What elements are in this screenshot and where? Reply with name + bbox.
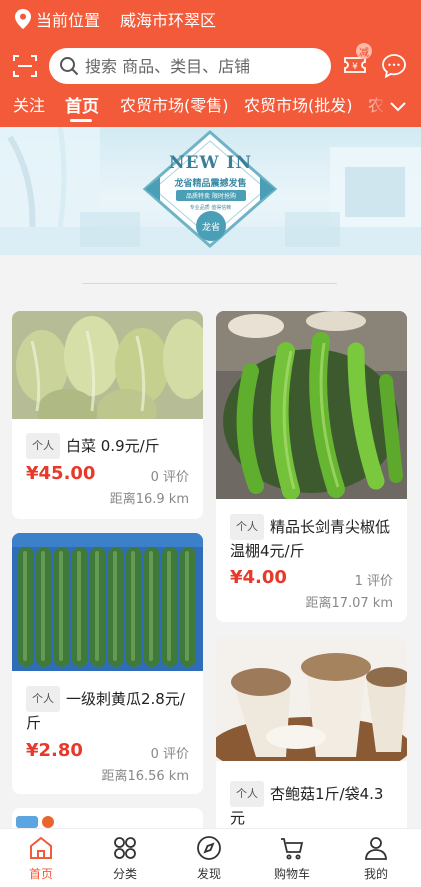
- nav-profile[interactable]: 我的: [346, 835, 406, 882]
- product-distance: 距离16.56 km: [101, 769, 189, 784]
- tab-farmers-market-retail[interactable]: 农贸市场(零售): [120, 92, 229, 116]
- product-title-line1: 杏鲍菇1斤/袋4.3: [270, 785, 384, 803]
- seller-type-tag: 个人: [26, 686, 60, 712]
- cart-icon: [281, 838, 304, 860]
- nav-label: 首页: [28, 867, 53, 881]
- search-input[interactable]: [85, 56, 305, 76]
- nav-category[interactable]: 分类: [95, 835, 155, 882]
- grid-icon: [114, 837, 136, 859]
- product-title-line1: 一级刺黄瓜2.8元/: [66, 690, 185, 708]
- product-card[interactable]: 个人 一级刺黄瓜2.8元/ 斤 ¥2.80 0 评价 距离16.56 km: [12, 533, 203, 794]
- product-image: [216, 637, 407, 761]
- chevron-down-icon[interactable]: [389, 98, 407, 114]
- product-image: [12, 311, 203, 419]
- product-price: ¥45.00: [26, 463, 96, 484]
- nav-label: 我的: [363, 867, 388, 881]
- header: 当前位置 威海市环翠区 ¥ 减 关注 首页 农贸市场(零售) 农贸市场(批发) …: [0, 0, 421, 127]
- product-image: [216, 311, 407, 499]
- product-price: ¥4.00: [230, 567, 287, 588]
- section-divider: [82, 283, 337, 284]
- product-reviews: 0 评价: [150, 470, 189, 485]
- banner-headline: NEW IN: [169, 153, 252, 173]
- location-label: 当前位置: [36, 11, 101, 30]
- product-reviews: 0 评价: [150, 747, 189, 762]
- store-logo-icon: [16, 816, 54, 828]
- product-title-line2: 斤: [26, 714, 42, 732]
- tab-home[interactable]: 首页: [65, 92, 99, 117]
- bottom-nav: 首页 分类 发现 购物车 我的: [0, 828, 421, 887]
- product-title: 个人 一级刺黄瓜2.8元/ 斤: [26, 686, 185, 734]
- seller-type-tag: 个人: [230, 514, 264, 540]
- product-title-line2: 温棚4元/斤: [230, 542, 305, 560]
- nav-label: 购物车: [273, 867, 310, 881]
- product-title-line2: 元: [230, 809, 246, 827]
- banner-subtitle: 龙省精品震撼发售: [174, 179, 247, 189]
- product-title: 个人 精品长剑青尖椒低 温棚4元/斤: [230, 514, 390, 562]
- scan-icon[interactable]: [12, 53, 38, 79]
- banner-pill: 品质特卖 限时抢购: [176, 190, 246, 201]
- product-image: [12, 533, 203, 671]
- product-title-text: 白菜 0.9元/斤: [66, 437, 160, 455]
- nav-label: 发现: [196, 867, 221, 881]
- product-price: ¥2.80: [26, 740, 83, 761]
- compass-icon: [197, 836, 221, 860]
- product-title-line1: 精品长剑青尖椒低: [270, 518, 391, 536]
- coupon-badge: 减: [356, 43, 372, 59]
- nav-cart[interactable]: 购物车: [262, 835, 322, 882]
- nav-discover[interactable]: 发现: [179, 835, 239, 882]
- seller-type-tag: 个人: [230, 781, 264, 807]
- tab-farmers-market-wholesale[interactable]: 农贸市场(批发): [244, 92, 353, 116]
- seller-type-tag: 个人: [26, 433, 60, 459]
- category-tabs: 关注 首页 农贸市场(零售) 农贸市场(批发) 农: [0, 92, 421, 122]
- promo-banner[interactable]: NEW IN 龙省精品震撼发售 品质特卖 限时抢购 专业品质 值得信赖 龙省: [0, 127, 421, 255]
- tab-follow[interactable]: 关注: [13, 92, 45, 116]
- banner-tagline: 专业品质 值得信赖: [189, 205, 232, 211]
- banner-logo: 龙省: [196, 211, 226, 241]
- search-icon: [59, 56, 79, 76]
- product-reviews: 1 评价: [354, 574, 393, 589]
- product-card[interactable]: 个人 白菜 0.9元/斤 ¥45.00 0 评价 距离16.9 km: [12, 311, 203, 519]
- product-card[interactable]: 个人 杏鲍菇1斤/袋4.3 元: [216, 637, 407, 837]
- nav-label: 分类: [112, 867, 137, 881]
- product-title: 个人 白菜 0.9元/斤: [26, 433, 160, 459]
- product-distance: 距离16.9 km: [109, 492, 189, 507]
- product-card[interactable]: 个人 精品长剑青尖椒低 温棚4元/斤 ¥4.00 1 评价 距离17.07 km: [216, 311, 407, 622]
- product-title: 个人 杏鲍菇1斤/袋4.3 元: [230, 781, 383, 829]
- message-icon[interactable]: [381, 53, 407, 79]
- location-selector[interactable]: 当前位置 威海市环翠区: [14, 8, 216, 30]
- home-icon: [30, 836, 52, 859]
- product-distance: 距离17.07 km: [305, 596, 393, 611]
- search-bar[interactable]: [49, 48, 331, 84]
- nav-home[interactable]: 首页: [11, 835, 71, 882]
- svg-text:¥: ¥: [352, 62, 358, 72]
- location-pin-icon: [14, 8, 32, 30]
- location-value: 威海市环翠区: [120, 11, 217, 30]
- user-icon: [365, 837, 387, 860]
- active-tab-indicator: [70, 119, 92, 122]
